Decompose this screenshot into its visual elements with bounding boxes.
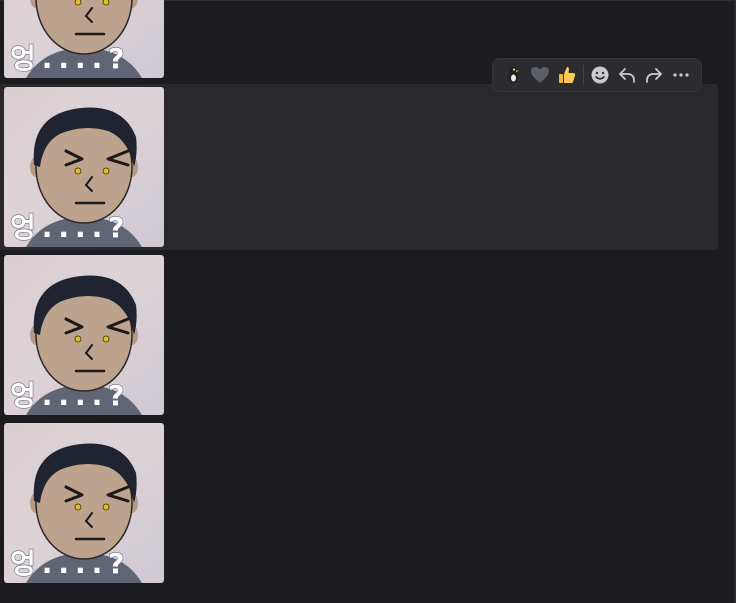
message-row[interactable]: 엉....? (0, 252, 718, 418)
sticker-eye-left (74, 0, 82, 6)
add-reaction-button[interactable] (587, 61, 614, 89)
bird-emoji-icon (507, 66, 519, 83)
sticker-caption: 엉....? (10, 547, 131, 580)
sticker-image[interactable]: 엉....? (4, 87, 164, 247)
thumbs-up-emoji-reaction-button[interactable] (553, 61, 580, 89)
sticker-image[interactable]: 엉....? (4, 0, 164, 78)
sticker-caption: 엉....? (10, 42, 131, 75)
sticker-eye-right (102, 0, 110, 6)
smiley-icon (591, 66, 609, 84)
sticker-face-illustration: 엉....? (9, 443, 142, 583)
sticker-eye-right (102, 335, 110, 343)
more-options-button[interactable] (668, 61, 695, 89)
message-row[interactable]: 엉....? (0, 420, 718, 586)
sticker-caption: 엉....? (10, 211, 131, 244)
sticker-face-illustration: 엉....? (9, 275, 142, 415)
toolbar-divider (583, 65, 584, 85)
forward-button[interactable] (641, 61, 668, 89)
thumbs-up-emoji-icon (558, 67, 575, 83)
sticker-image[interactable]: 엉....? (4, 255, 164, 415)
sticker-eye-right (102, 167, 110, 175)
sticker-eye-left (74, 335, 82, 343)
chat-view: 엉....? 엉....? 엉....? 엉....? (0, 0, 736, 603)
reply-arrow-icon (619, 68, 636, 83)
sticker-caption: 엉....? (10, 379, 131, 412)
sticker-face-illustration: 엉....? (9, 107, 142, 247)
heart-emoji-icon (530, 67, 549, 83)
message-row-hovered[interactable]: 엉....? (0, 84, 718, 250)
sticker-face-illustration: 엉....? (9, 0, 142, 78)
ellipsis-icon (673, 73, 690, 77)
sticker-eye-left (74, 503, 82, 511)
heart-emoji-reaction-button[interactable] (526, 61, 553, 89)
sticker-eye-right (102, 503, 110, 511)
message-action-toolbar (492, 58, 702, 92)
bird-emoji-reaction-button[interactable] (499, 61, 526, 89)
reply-button[interactable] (614, 61, 641, 89)
forward-arrow-icon (646, 68, 663, 83)
sticker-image[interactable]: 엉....? (4, 423, 164, 583)
sticker-eye-left (74, 167, 82, 175)
